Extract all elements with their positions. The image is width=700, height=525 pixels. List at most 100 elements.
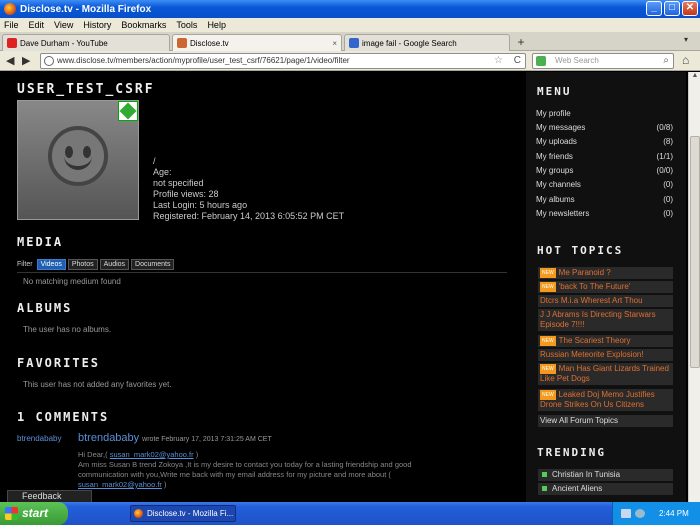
home-button[interactable]: ⌂ [682,53,689,67]
new-badge: NEW [540,282,556,292]
tab-label: Disclose.tv [190,38,229,48]
search-input[interactable]: Web Search ⌕ [532,53,674,69]
filter-label: Filter [17,261,33,268]
menu-view[interactable]: View [54,20,73,30]
close-button[interactable]: ✕ [682,1,698,16]
trending-item[interactable]: Ancient Aliens [538,483,673,495]
volume-icon[interactable] [635,509,645,518]
start-button[interactable]: start [0,502,68,525]
window-titlebar: Disclose.tv - Mozilla Firefox _ □ ✕ [0,0,700,18]
albums-heading: ALBUMS [17,301,73,315]
maximize-button[interactable]: □ [664,1,680,16]
sidebar-item-my-newsletters[interactable]: My newsletters (0) [536,209,673,218]
trending-heading: TRENDING [537,446,606,459]
topic-link[interactable]: J J Abrams Is Directing Starwars Episode… [538,309,673,332]
trending-item[interactable]: Christian In Tunisia [538,469,673,481]
sidebar-item-label: My friends [536,152,573,161]
topic-label: Russian Meteorite Explosion! [540,350,644,359]
topic-label: 'back To The Future' [558,282,631,292]
filter-documents-button[interactable]: Documents [131,259,175,270]
sidebar-item-my-uploads[interactable]: My uploads (8) [536,137,673,146]
page-scrollbar[interactable]: ▲ [688,72,700,502]
scroll-up-icon[interactable]: ▲ [689,72,700,84]
forward-button[interactable]: ▶ [22,54,30,67]
sidebar-item-label: My profile [536,109,571,118]
tab-label: image fail - Google Search [362,38,457,48]
minimize-button[interactable]: _ [646,1,662,16]
disclose-icon [177,38,187,48]
url-bar[interactable]: www.disclose.tv/members/action/myprofile… [40,53,526,69]
new-badge: NEW [540,268,556,278]
new-badge: NEW [540,364,556,374]
search-placeholder: Web Search [555,56,599,65]
filter-videos-button[interactable]: Videos [36,259,66,270]
sidebar-item-count: (0/0) [656,166,673,175]
menu-tools[interactable]: Tools [176,20,197,30]
new-badge: NEW [540,336,556,346]
navigation-bar: ◀ ▶ www.disclose.tv/members/action/mypro… [0,51,700,71]
topic-link[interactable]: NEW Man Has Giant Lizards Trained Like Pe… [538,363,673,387]
tab-youtube[interactable]: Dave Durham - YouTube [2,34,170,51]
topic-link[interactable]: Dtcrs M.i.a Wherest Art Thou [538,295,673,308]
magnifier-icon[interactable]: ⌕ [663,54,669,68]
page-content: USER_TEST_CSRF / Age: not specified Prof… [0,72,688,502]
search-engine-icon[interactable] [536,56,546,66]
comment-email-link[interactable]: susan_mark02@yahoo.fr [110,450,194,459]
firefox-icon [134,509,143,518]
tab-google-search[interactable]: image fail - Google Search [344,34,510,51]
taskbar-item-label: Disclose.tv - Mozilla Fi... [147,509,234,518]
media-empty-text: No matching medium found [23,277,121,286]
menu-bookmarks[interactable]: Bookmarks [121,20,166,30]
scrollbar-thumb[interactable] [690,136,700,368]
sidebar-item-my-groups[interactable]: My groups (0/0) [536,166,673,175]
window-title: Disclose.tv - Mozilla Firefox [20,3,152,15]
sidebar-item-my-profile[interactable]: My profile [536,109,673,118]
profile-views: Profile views: 28 [153,189,219,199]
filter-audios-button[interactable]: Audios [99,259,130,270]
tab-disclose[interactable]: Disclose.tv × [172,34,342,51]
comment-text: Am miss Susan B trend Zokoya ,It is my d… [78,460,412,479]
clock: 2:44 PM [659,509,689,518]
comment-author-link[interactable]: btrendababy [78,432,139,444]
sidebar-item-my-messages[interactable]: My messages (0/8) [536,123,673,132]
tab-close-icon[interactable]: × [332,39,337,48]
view-all-topics-link[interactable]: View All Forum Topics [538,415,673,428]
sidebar-item-my-albums[interactable]: My albums (0) [536,195,673,204]
sidebar-item-label: My newsletters [536,209,590,218]
albums-empty-text: The user has no albums. [23,325,112,334]
start-label: start [22,506,49,520]
comment-email-link[interactable]: susan_mark02@yahoo.fr [78,480,162,489]
last-login: Last Login: 5 hours ago [153,200,248,210]
taskbar: start Disclose.tv - Mozilla Fi... 2:44 P… [0,502,700,525]
topic-link[interactable]: NEW Leaked Doj Memo Justifies Drone Strik… [538,389,673,413]
menu-help[interactable]: Help [207,20,226,30]
back-button[interactable]: ◀ [6,54,14,67]
filter-photos-button[interactable]: Photos [67,259,98,270]
trending-label: Christian In Tunisia [552,470,621,479]
sidebar-item-my-friends[interactable]: My friends (1/1) [536,152,673,161]
topic-link[interactable]: Russian Meteorite Explosion! [538,349,673,362]
menu-bar: File Edit View History Bookmarks Tools H… [0,18,700,32]
reload-icon[interactable]: C [514,54,521,68]
comment-header: btrendababy wrote February 17, 2013 7:31:… [78,432,272,444]
new-tab-button[interactable]: + [512,35,530,50]
topic-link[interactable]: NEW The Scariest Theory [538,335,673,349]
network-icon[interactable] [621,509,631,518]
avatar [17,100,139,220]
topic-link[interactable]: NEW'back To The Future' [538,281,673,295]
menu-edit[interactable]: Edit [29,20,45,30]
tab-list-button[interactable]: ▾ [684,35,688,44]
menu-history[interactable]: History [83,20,111,30]
topic-link[interactable]: NEW Me Paranoid ? [538,267,673,281]
verified-badge-icon [118,101,138,121]
menu-file[interactable]: File [4,20,19,30]
topic-label: Man Has Giant Lizards Trained Like Pet D… [540,364,669,384]
bookmark-star-icon[interactable]: ☆ [494,54,503,68]
trending-label: Ancient Aliens [552,484,603,493]
taskbar-firefox-item[interactable]: Disclose.tv - Mozilla Fi... [130,505,236,522]
sidebar-item-my-channels[interactable]: My channels (0) [536,180,673,189]
sidebar-item-count: (0) [663,180,673,189]
comment-user-link[interactable]: btrendababy [17,434,61,443]
comment-date: wrote February 17, 2013 7:31:25 AM CET [142,436,272,443]
sidebar-item-label: My uploads [536,137,577,146]
